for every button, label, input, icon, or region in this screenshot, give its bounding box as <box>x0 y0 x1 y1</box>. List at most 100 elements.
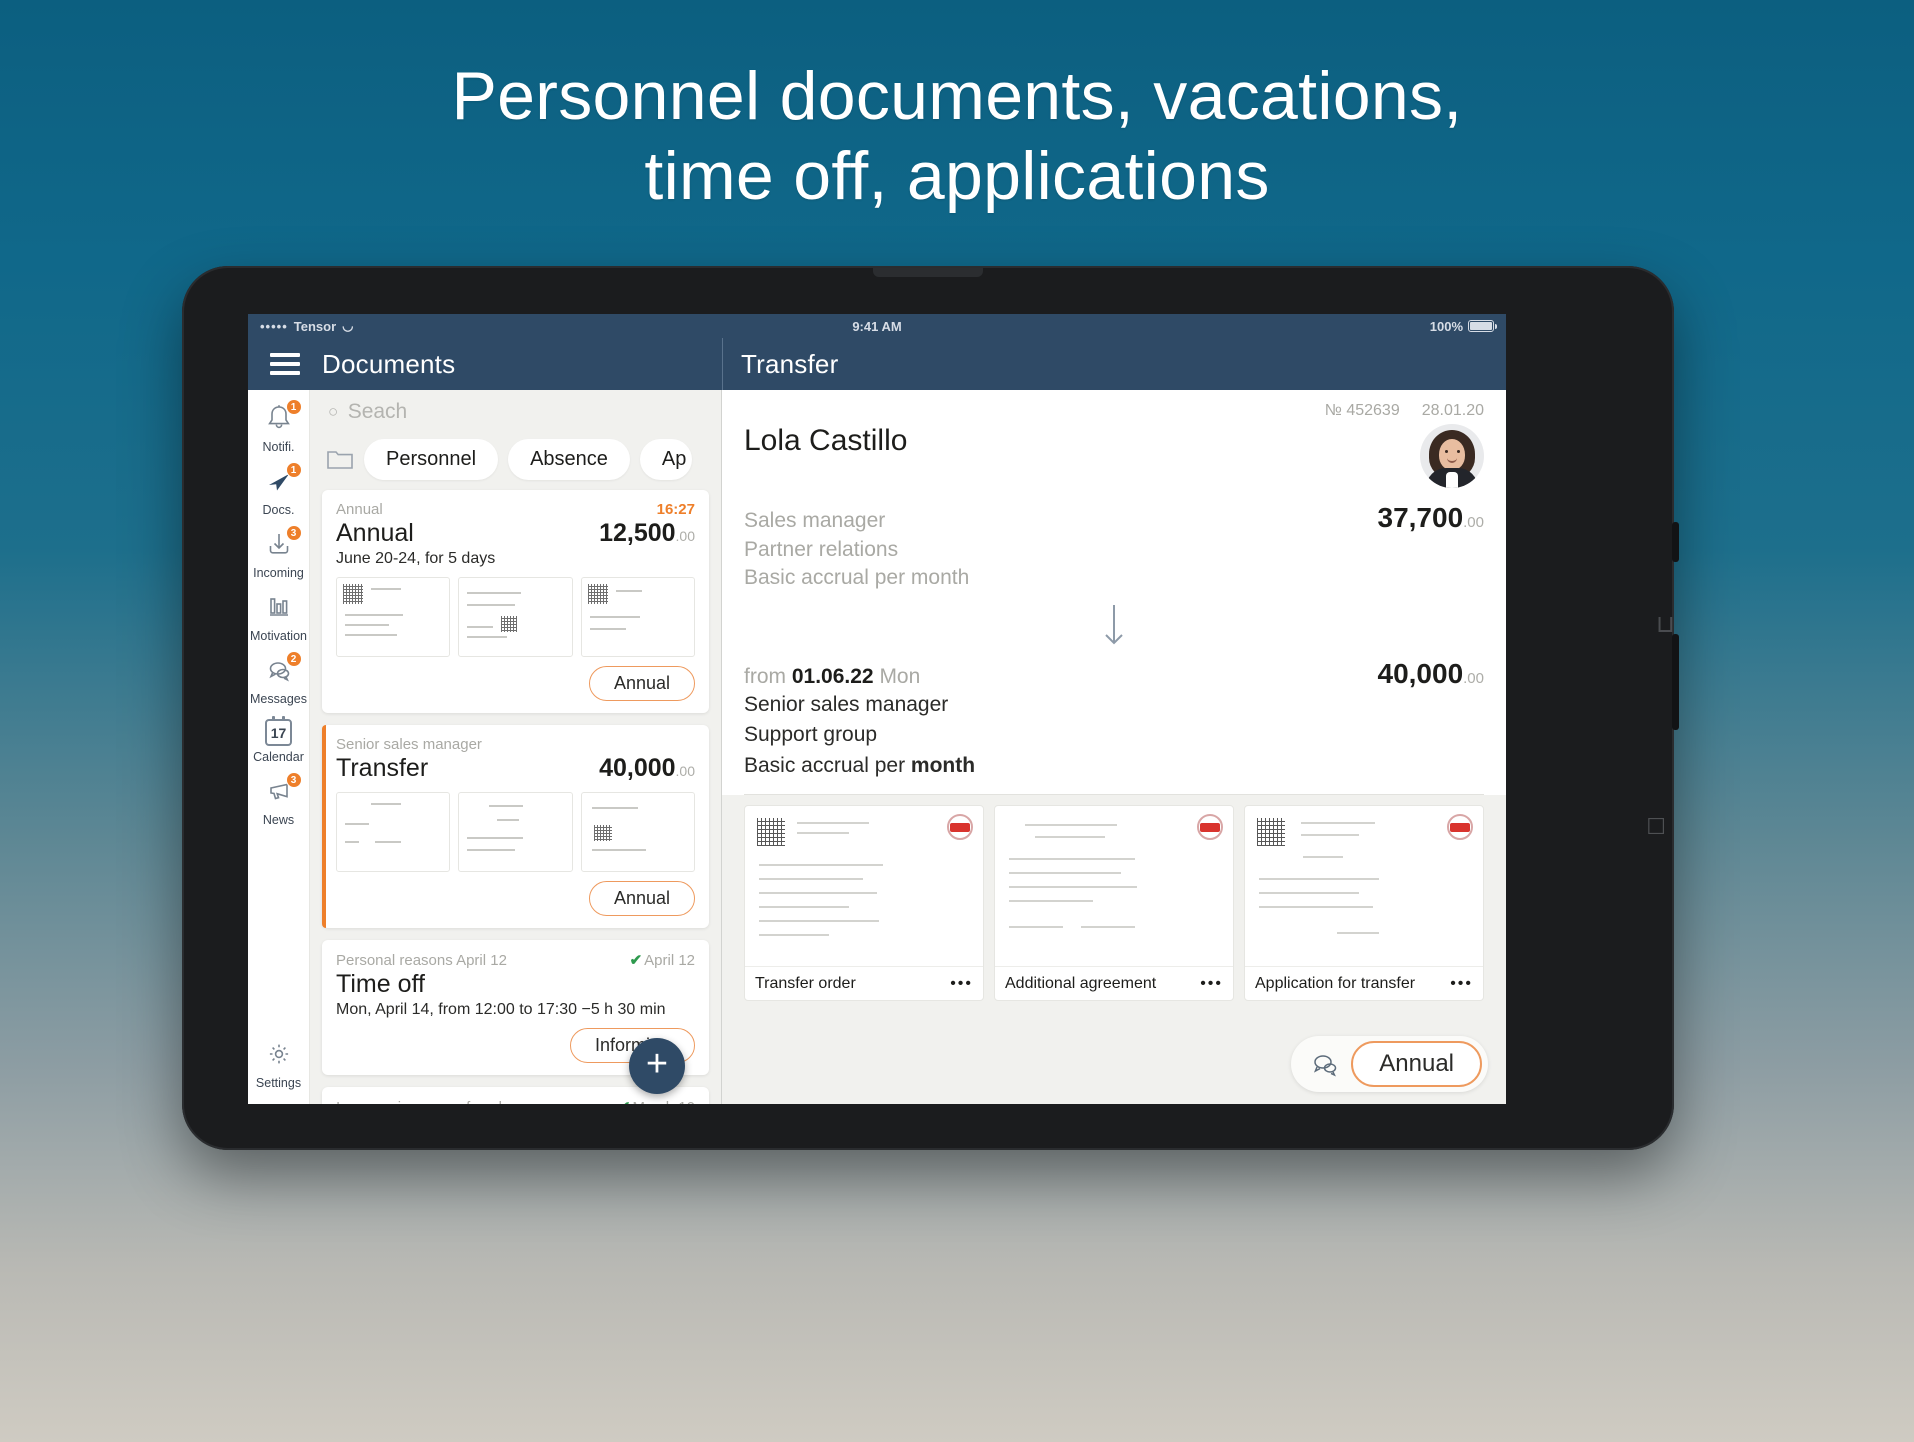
battery-percent: 100% <box>1429 318 1463 334</box>
sidebar-item-docs[interactable]: 1 Docs. <box>248 462 310 517</box>
gear-icon <box>259 1038 299 1070</box>
thumbnail[interactable] <box>580 577 695 657</box>
headline-line-2: time off, applications <box>644 138 1270 215</box>
detail-divider <box>744 794 1484 796</box>
check-icon: ✔ <box>618 1099 631 1104</box>
badge-count: 1 <box>285 399 302 415</box>
sidebar-item-label: Settings <box>255 1076 302 1090</box>
card-status-date: ✔ April 12 <box>629 952 695 969</box>
navigation-bars: Documents Transfer <box>248 338 1506 390</box>
new-department: Support group <box>744 723 878 747</box>
sidebar-item-settings[interactable]: Settings <box>248 1038 310 1090</box>
add-document-button[interactable]: + <box>629 1038 685 1094</box>
document-menu-icon[interactable]: ••• <box>1200 975 1223 993</box>
hamburger-icon[interactable] <box>270 353 300 375</box>
documents-nav-bar: Documents <box>248 338 722 390</box>
document-card-annual[interactable]: Annual 16:27 Annual 12,500.00 June 20-24… <box>322 490 709 713</box>
card-kind: Senior sales manager <box>336 736 482 753</box>
headphone-jack-icon: ⊔ <box>1656 611 1675 638</box>
card-main-row: Transfer 40,000.00 <box>336 754 695 783</box>
detail-action-bar: Annual <box>722 1034 1506 1104</box>
thumbnail[interactable] <box>458 792 573 872</box>
badge-count: 3 <box>285 525 302 541</box>
current-position-lines: Sales manager Partner relations Basic ac… <box>744 507 969 593</box>
document-menu-icon[interactable]: ••• <box>950 975 973 993</box>
chat-icon[interactable] <box>1309 1050 1341 1078</box>
person-name: Lola Castillo <box>744 424 908 457</box>
calendar-day: 17 <box>265 716 292 746</box>
effective-weekday: Mon <box>879 664 921 688</box>
document-menu-icon[interactable]: ••• <box>1450 975 1473 993</box>
thumbnail[interactable] <box>336 792 451 872</box>
check-icon: ✔ <box>629 952 643 969</box>
thumbnail[interactable] <box>458 577 573 657</box>
sidebar: 1 Notifi. 1 Docs. 3 Incoming Motivation … <box>248 390 310 1104</box>
sidebar-item-notifications[interactable]: 1 Notifi. <box>248 399 310 454</box>
status-bar: ••••• Tensor ◡ 9:41 AM 100% <box>248 314 1506 338</box>
document-preview-card[interactable]: Transfer order ••• <box>744 805 984 1002</box>
sidebar-item-messages[interactable]: 2 Messages <box>248 651 310 706</box>
headline-line-1: Personnel documents, vacations, <box>451 58 1463 134</box>
thumbnail[interactable] <box>580 792 695 872</box>
tablet-screen: ••••• Tensor ◡ 9:41 AM 100% Documents Tr… <box>248 314 1506 1104</box>
bell-icon: 1 <box>259 399 302 434</box>
folder-icon[interactable] <box>326 447 354 471</box>
sidebar-item-label: Docs. <box>262 503 295 517</box>
card-thumbnails[interactable] <box>336 577 695 657</box>
sidebar-item-news[interactable]: 3 News <box>248 772 310 827</box>
status-bar-left: ••••• Tensor ◡ <box>260 318 354 334</box>
sidebar-item-label: Incoming <box>253 566 304 580</box>
filter-chip-absence[interactable]: Absence <box>508 438 630 480</box>
card-header: Senior sales manager <box>336 736 695 753</box>
sidebar-item-label: Motivation <box>250 629 307 643</box>
new-amount: 40,000.00 <box>1377 657 1485 689</box>
card-amount: 40,000.00 <box>599 754 695 782</box>
download-icon: 3 <box>259 525 302 560</box>
tablet-volume-button[interactable] <box>1672 522 1679 562</box>
card-amount: 12,500.00 <box>599 519 695 547</box>
document-preview-card[interactable]: Additional agreement ••• <box>994 805 1234 1002</box>
page-title: Documents <box>322 348 456 379</box>
sidebar-item-incoming[interactable]: 3 Incoming <box>248 525 310 580</box>
detail-header: № 452639 28.01.20 Lola Castillo Sales ma… <box>722 390 1506 796</box>
battery-icon <box>1468 320 1497 332</box>
card-tag-button[interactable]: Annual <box>588 666 695 701</box>
card-title: Time off <box>336 970 425 998</box>
chart-icon <box>259 591 299 623</box>
sidebar-item-motivation[interactable]: Motivation <box>248 591 310 643</box>
person-row: Lola Castillo <box>744 424 1484 488</box>
filter-chip-applications[interactable]: Ap <box>639 438 693 480</box>
card-tag-button[interactable]: Annual <box>588 881 695 916</box>
new-position-lines: from 01.06.22 Mon Senior sales manager S… <box>744 665 975 781</box>
sidebar-item-calendar[interactable]: 17 Calendar <box>248 716 310 764</box>
card-main-row: Annual 12,500.00 <box>336 519 695 548</box>
action-pill: Annual <box>1291 1036 1488 1092</box>
card-header: Increase in scope of work ✔March 10 <box>336 1098 695 1104</box>
chat-icon: 2 <box>259 651 302 686</box>
stamp-icon <box>947 814 973 841</box>
search-bar[interactable]: ○ Seach <box>310 390 721 434</box>
sidebar-item-label: News <box>262 813 295 827</box>
send-icon: 1 <box>259 462 302 497</box>
thumbnail[interactable] <box>336 577 451 657</box>
new-position: Senior sales manager <box>744 692 949 716</box>
calendar-icon: 17 <box>259 716 299 749</box>
card-title: Transfer <box>336 754 429 782</box>
filter-chip-personnel[interactable]: Personnel <box>364 438 499 480</box>
card-header: Personal reasons April 12 ✔ April 12 <box>336 951 695 969</box>
sidebar-item-label: Calendar <box>253 750 304 764</box>
card-subtitle: June 20-24, for 5 days <box>336 550 496 567</box>
card-thumbnails[interactable] <box>336 792 695 872</box>
from-prefix: from <box>744 664 786 688</box>
current-accrual: Basic accrual per month <box>744 566 970 590</box>
document-card-transfer[interactable]: Senior sales manager Transfer 40,000.00 <box>322 725 709 928</box>
search-input[interactable]: Seach <box>348 400 408 424</box>
annual-action-button[interactable]: Annual <box>1351 1041 1482 1087</box>
badge-count: 3 <box>285 772 302 788</box>
document-preview-card[interactable]: Application for transfer ••• <box>1244 805 1484 1002</box>
tablet-side-icon: ☐ <box>1646 814 1666 839</box>
tablet-camera-notch <box>873 268 983 277</box>
tablet-device: ⊔ ☐ ••••• Tensor ◡ 9:41 AM 100% Document… <box>182 266 1679 1150</box>
card-kind: Annual <box>336 501 383 518</box>
tablet-power-button[interactable] <box>1672 634 1679 730</box>
